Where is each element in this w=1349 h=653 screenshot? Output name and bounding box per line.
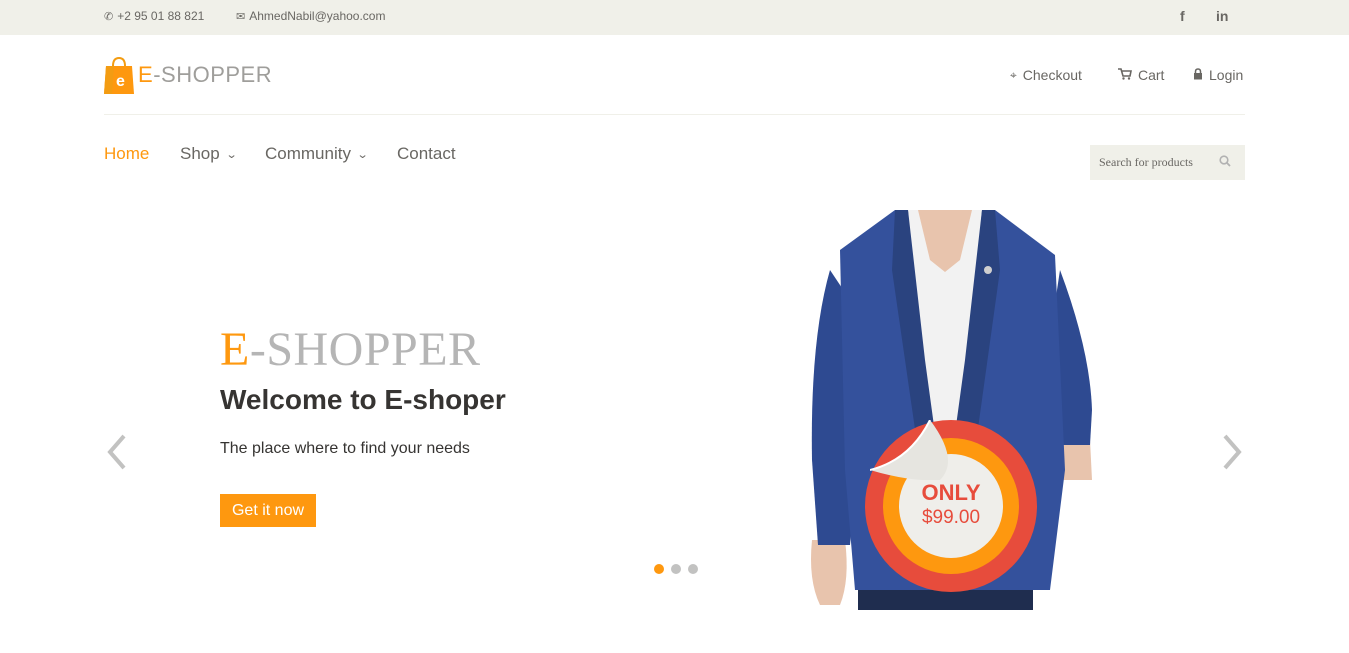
login-link[interactable]: Login	[1193, 67, 1243, 83]
site-logo[interactable]: e E-SHOPPER	[104, 56, 272, 94]
cart-link[interactable]: Cart	[1118, 67, 1164, 83]
envelope-icon: ✉	[236, 10, 246, 23]
phone-icon: ✆	[104, 10, 114, 23]
price-value: $99.00	[921, 507, 981, 528]
phone-contact[interactable]: ✆ +2 95 01 88 821	[104, 9, 204, 23]
nav-shop-label: Shop	[180, 144, 220, 163]
nav-contact[interactable]: Contact	[397, 144, 456, 164]
nav-shop[interactable]: Shop ⌄	[180, 144, 238, 164]
nav-community-label: Community	[265, 144, 351, 163]
crosshairs-icon: ⌖	[1010, 67, 1017, 82]
slide-dot[interactable]	[671, 564, 681, 574]
slide-title: Welcome to E-shoper	[220, 384, 506, 415]
logo-text: E-SHOPPER	[138, 62, 273, 87]
login-label: Login	[1209, 67, 1244, 83]
phone-number: +2 95 01 88 821	[117, 9, 205, 23]
chevron-left-icon[interactable]	[104, 432, 128, 480]
slide-subtitle: The place where to find your needs	[220, 440, 470, 457]
lock-icon	[1193, 67, 1203, 83]
facebook-icon[interactable]: f	[1180, 8, 1185, 24]
email-contact[interactable]: ✉ AhmedNabil@yahoo.com	[236, 9, 385, 23]
search-box	[1090, 145, 1245, 180]
linkedin-icon[interactable]: in	[1216, 8, 1228, 24]
search-input[interactable]	[1099, 155, 1219, 170]
slide-dot[interactable]	[688, 564, 698, 574]
chevron-right-icon[interactable]	[1221, 432, 1245, 480]
nav-contact-label: Contact	[397, 144, 456, 163]
slide-dot[interactable]	[654, 564, 664, 574]
chevron-down-icon: ⌄	[225, 148, 238, 161]
shopping-bag-icon: e	[104, 56, 134, 94]
slider-indicators	[654, 564, 698, 574]
cart-label: Cart	[1138, 67, 1165, 83]
nav-home-label: Home	[104, 144, 150, 163]
nav-home[interactable]: Home	[104, 144, 149, 164]
chevron-down-icon: ⌄	[356, 148, 369, 161]
nav-community[interactable]: Community ⌄	[265, 144, 369, 164]
header-divider	[104, 114, 1245, 115]
checkout-link[interactable]: ⌖ Checkout	[1010, 67, 1082, 83]
shopping-cart-icon	[1118, 67, 1132, 83]
top-bar: ✆ +2 95 01 88 821 ✉ AhmedNabil@yahoo.com…	[0, 0, 1349, 35]
checkout-label: Checkout	[1022, 67, 1082, 83]
slide-brand: E-SHOPPER	[220, 323, 481, 376]
email-address: AhmedNabil@yahoo.com	[249, 9, 386, 23]
search-icon[interactable]	[1219, 155, 1231, 170]
price-only-label: ONLY	[921, 480, 981, 505]
sticker-curl	[870, 420, 948, 480]
get-it-now-button[interactable]: Get it now	[220, 494, 316, 527]
logo-letter: e	[116, 73, 125, 90]
